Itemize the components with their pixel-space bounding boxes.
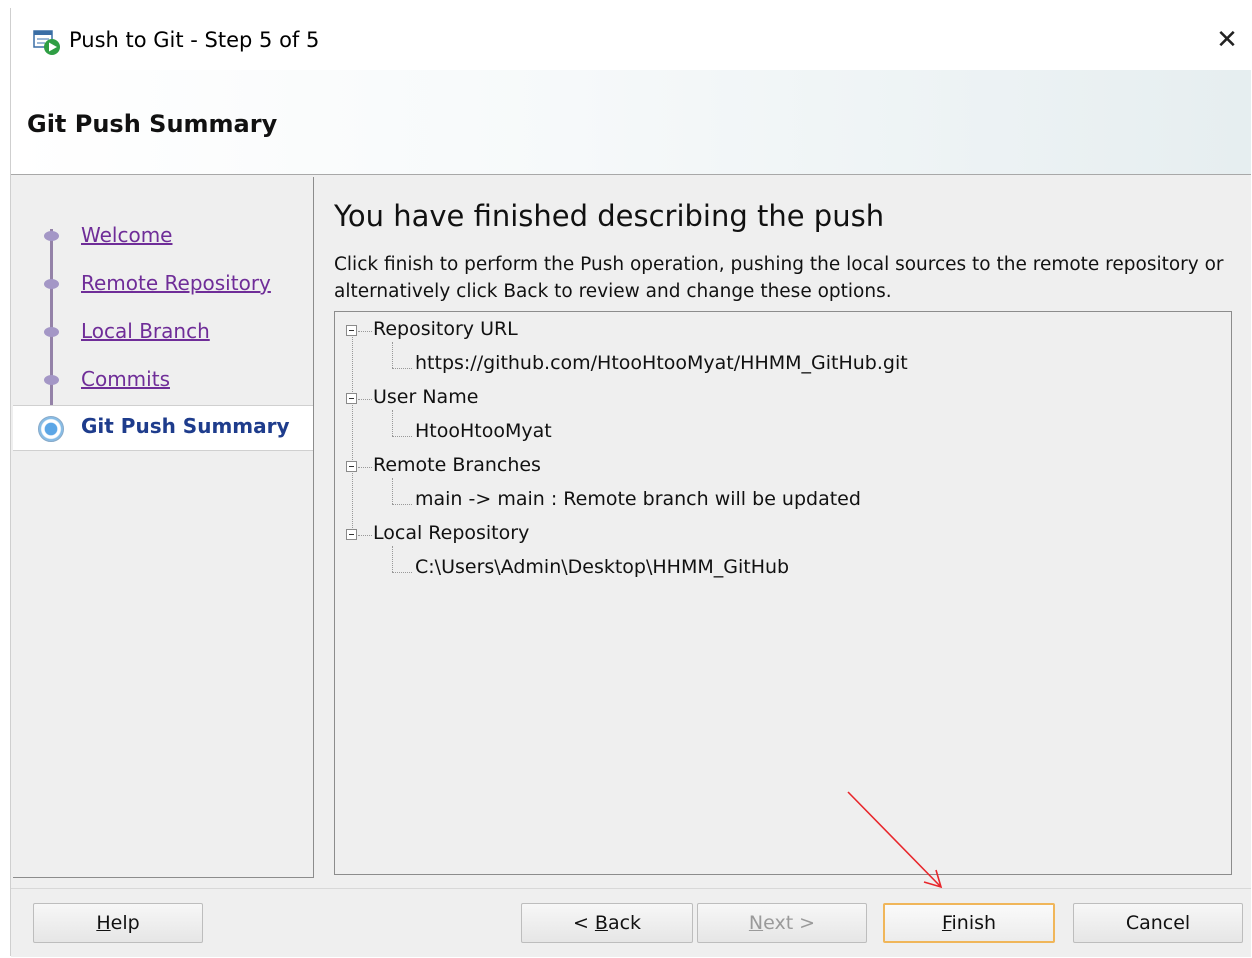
step-label[interactable]: Remote Repository [81, 271, 271, 295]
tree-connector [392, 436, 412, 437]
app-icon [33, 30, 60, 55]
back-button[interactable]: < Back [521, 903, 693, 943]
page-title: Git Push Summary [27, 110, 278, 138]
step-bullet-icon [44, 231, 59, 241]
step-git-push-summary: Git Push Summary [13, 405, 313, 451]
step-label[interactable]: Commits [81, 367, 170, 391]
tree-leaf-local-repository[interactable]: C:\Users\Admin\Desktop\HHMM_GitHub [415, 556, 789, 578]
step-bullet-icon [44, 279, 59, 289]
back-mnemonic: B [594, 912, 608, 934]
title-bar[interactable]: Push to Git - Step 5 of 5 ✕ [11, 8, 1251, 70]
tree-connector [392, 546, 393, 572]
tree-connector [358, 467, 372, 468]
tree-connector [392, 478, 393, 504]
header-banner: Git Push Summary [11, 70, 1251, 175]
help-label: elp [110, 912, 140, 934]
tree-connector [392, 368, 412, 369]
tree-node-remote-branches[interactable]: Remote Branches [373, 454, 541, 476]
wizard-content: Welcome Remote Repository Local Branch C… [11, 175, 1251, 888]
finish-button[interactable]: Finish [883, 903, 1055, 943]
tree-connector [358, 331, 372, 332]
collapse-icon[interactable] [346, 529, 357, 540]
dialog-window: Push to Git - Step 5 of 5 ✕ Git Push Sum… [10, 8, 1251, 957]
collapse-icon[interactable] [346, 461, 357, 472]
step-bullet-icon [44, 375, 59, 385]
tree-connector [358, 399, 372, 400]
step-label: Git Push Summary [81, 414, 290, 438]
cancel-button[interactable]: Cancel [1073, 903, 1243, 943]
collapse-icon[interactable] [346, 393, 357, 404]
next-label: ext > [763, 912, 816, 934]
tree-connector [392, 410, 393, 436]
collapse-icon[interactable] [346, 325, 357, 336]
tree-connector [392, 572, 412, 573]
step-commits[interactable]: Commits [13, 359, 313, 403]
next-mnemonic: N [748, 912, 764, 934]
tree-leaf-repository-url[interactable]: https://github.com/HtooHtooMyat/HHMM_Git… [415, 352, 908, 374]
help-button[interactable]: Help [33, 903, 203, 943]
finish-label: inish [951, 912, 997, 934]
close-icon[interactable]: ✕ [1209, 22, 1245, 58]
tree-leaf-remote-branches[interactable]: main -> main : Remote branch will be upd… [415, 488, 861, 510]
help-mnemonic: H [96, 912, 111, 934]
tree-node-local-repository[interactable]: Local Repository [373, 522, 529, 544]
main-panel: You have finished describing the push Cl… [331, 175, 1241, 885]
tree-connector [352, 332, 353, 536]
back-prefix: < [572, 912, 595, 934]
step-remote-repository[interactable]: Remote Repository [13, 263, 313, 307]
tree-node-repository-url[interactable]: Repository URL [373, 318, 518, 340]
steps-sidebar: Welcome Remote Repository Local Branch C… [13, 177, 314, 878]
finish-mnemonic: F [941, 912, 952, 934]
tree-connector [392, 504, 412, 505]
tree-leaf-user-name[interactable]: HtooHtooMyat [415, 420, 552, 442]
window-title: Push to Git - Step 5 of 5 [69, 28, 320, 52]
step-bullet-icon [44, 327, 59, 337]
step-label[interactable]: Welcome [81, 223, 172, 247]
step-local-branch[interactable]: Local Branch [13, 311, 313, 355]
back-label: ack [607, 912, 642, 934]
step-label[interactable]: Local Branch [81, 319, 210, 343]
tree-connector [358, 535, 372, 536]
step-welcome[interactable]: Welcome [13, 215, 313, 259]
tree-node-user-name[interactable]: User Name [373, 386, 478, 408]
current-step-icon [38, 416, 64, 442]
next-button[interactable]: Next > [697, 903, 867, 943]
summary-tree[interactable]: Repository URL https://github.com/HtooHt… [334, 311, 1232, 875]
button-bar: Help < Back Next > Finish Cancel [11, 888, 1251, 957]
summary-description: Click finish to perform the Push operati… [334, 254, 1224, 302]
summary-heading: You have finished describing the push [334, 199, 885, 233]
tree-connector [392, 342, 393, 368]
